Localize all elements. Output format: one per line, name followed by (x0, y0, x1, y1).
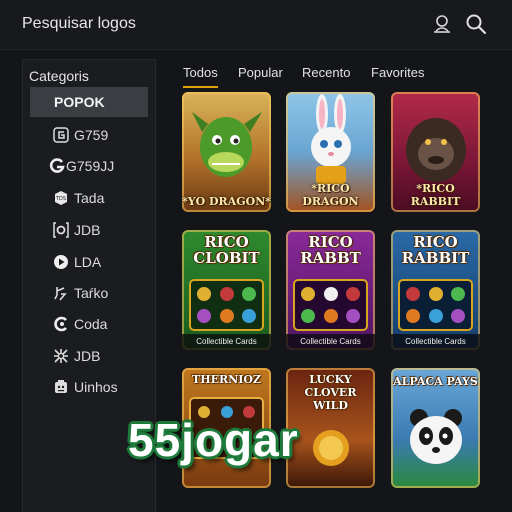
sidebar-item-label: Tada (74, 190, 105, 206)
game-title: *RICO RABBIT (410, 182, 461, 208)
game-title: THERNIOZ (192, 373, 261, 386)
sidebar-item-label: JDB (74, 348, 101, 364)
game-caption: Collectible Cards (391, 334, 480, 350)
game-card-rico-clobit[interactable]: RICO CLOBIT Collectible Cards (182, 230, 271, 350)
game-card-rico-rabbit-2[interactable]: RICO RABBIT Collectible Cards (391, 230, 480, 350)
g-logo-icon (48, 157, 66, 175)
game-card-rico-dragon[interactable]: *RICO DRAGON (286, 92, 375, 212)
game-title: *RICO DRAGON (302, 182, 359, 208)
game-title: ALPACA PAYS (393, 375, 478, 388)
sidebar-item-label: JDB (74, 222, 101, 238)
game-caption: Collectible Cards (182, 334, 271, 350)
game-card-rico-rabbit[interactable]: *RICO RABBIT (391, 92, 480, 212)
search-label[interactable]: Pesquisar logos (22, 15, 136, 33)
sidebar-item-jdb[interactable]: JDB (30, 215, 148, 245)
sidebar-item-uinhos[interactable]: Uinhos (30, 372, 148, 402)
game-card-alpaca-pays[interactable]: ALPACA PAYS (391, 368, 480, 488)
game-card-yo-dragon[interactable]: *YO DRAGON* (182, 92, 271, 212)
sidebar-item-jdb-2[interactable]: JDB (30, 341, 148, 371)
sidebar-item-g759[interactable]: G759 (30, 120, 148, 150)
sidebar-item-label: G759 (74, 127, 109, 143)
search-icon[interactable] (463, 11, 489, 37)
tab-favorites[interactable]: Favorites (371, 65, 424, 86)
tarko-logo-icon (52, 284, 70, 302)
game-title: RICO RABBIT (401, 233, 470, 267)
jdb-logo-icon (52, 221, 70, 239)
game-title: RICO CLOBIT (193, 233, 260, 267)
tab-popular[interactable]: Popular (238, 65, 283, 86)
dragon-art (182, 92, 271, 212)
sidebar-item-tada[interactable]: TDS Tada (30, 183, 148, 213)
tab-todos[interactable]: Todos (183, 65, 218, 88)
uinhos-logo-icon (52, 378, 70, 396)
game-caption: Collectible Cards (286, 334, 375, 350)
site-watermark: 55jogar (128, 414, 299, 466)
coda-logo-icon (52, 315, 70, 333)
tab-recento[interactable]: Recento (302, 65, 350, 86)
game-title: RICO RABBT (300, 233, 361, 267)
sidebar-heading: Categoris (29, 68, 89, 84)
sidebar-item-label: G759JJ (66, 158, 115, 174)
play-icon (52, 253, 70, 271)
top-bar: Pesquisar logos (0, 0, 512, 50)
game-card-rico-rabbt[interactable]: RICO RABBT Collectible Cards (286, 230, 375, 350)
category-tabs: Todos Popular Recento Favorites (176, 62, 506, 92)
svg-text:TDS: TDS (55, 196, 66, 202)
g759-logo-icon (52, 126, 70, 144)
sidebar-item-lda[interactable]: LDA (30, 247, 148, 277)
sidebar-item-label: POPOK (54, 94, 105, 110)
sidebar-item-label: LDA (74, 254, 102, 270)
sidebar-item-label: Taŕko (74, 285, 109, 301)
game-card-lucky-clover-wild[interactable]: LUCKY CLOVER WILD (286, 368, 375, 488)
sidebar-item-label: Uinhos (74, 379, 118, 395)
sidebar-item-g759jj[interactable]: G759JJ (30, 151, 148, 181)
tada-logo-icon: TDS (52, 189, 70, 207)
game-title: LUCKY CLOVER WILD (304, 373, 357, 412)
jdb-star-logo-icon (52, 347, 70, 365)
game-title: *YO DRAGON* (182, 195, 271, 208)
sidebar-item-coda[interactable]: Coda (30, 309, 148, 339)
profile-icon[interactable] (429, 11, 455, 37)
sidebar-item-tarko[interactable]: Taŕko (30, 278, 148, 308)
sidebar-item-label: Coda (74, 316, 108, 332)
sidebar-item-popok[interactable]: POPOK (30, 87, 148, 117)
